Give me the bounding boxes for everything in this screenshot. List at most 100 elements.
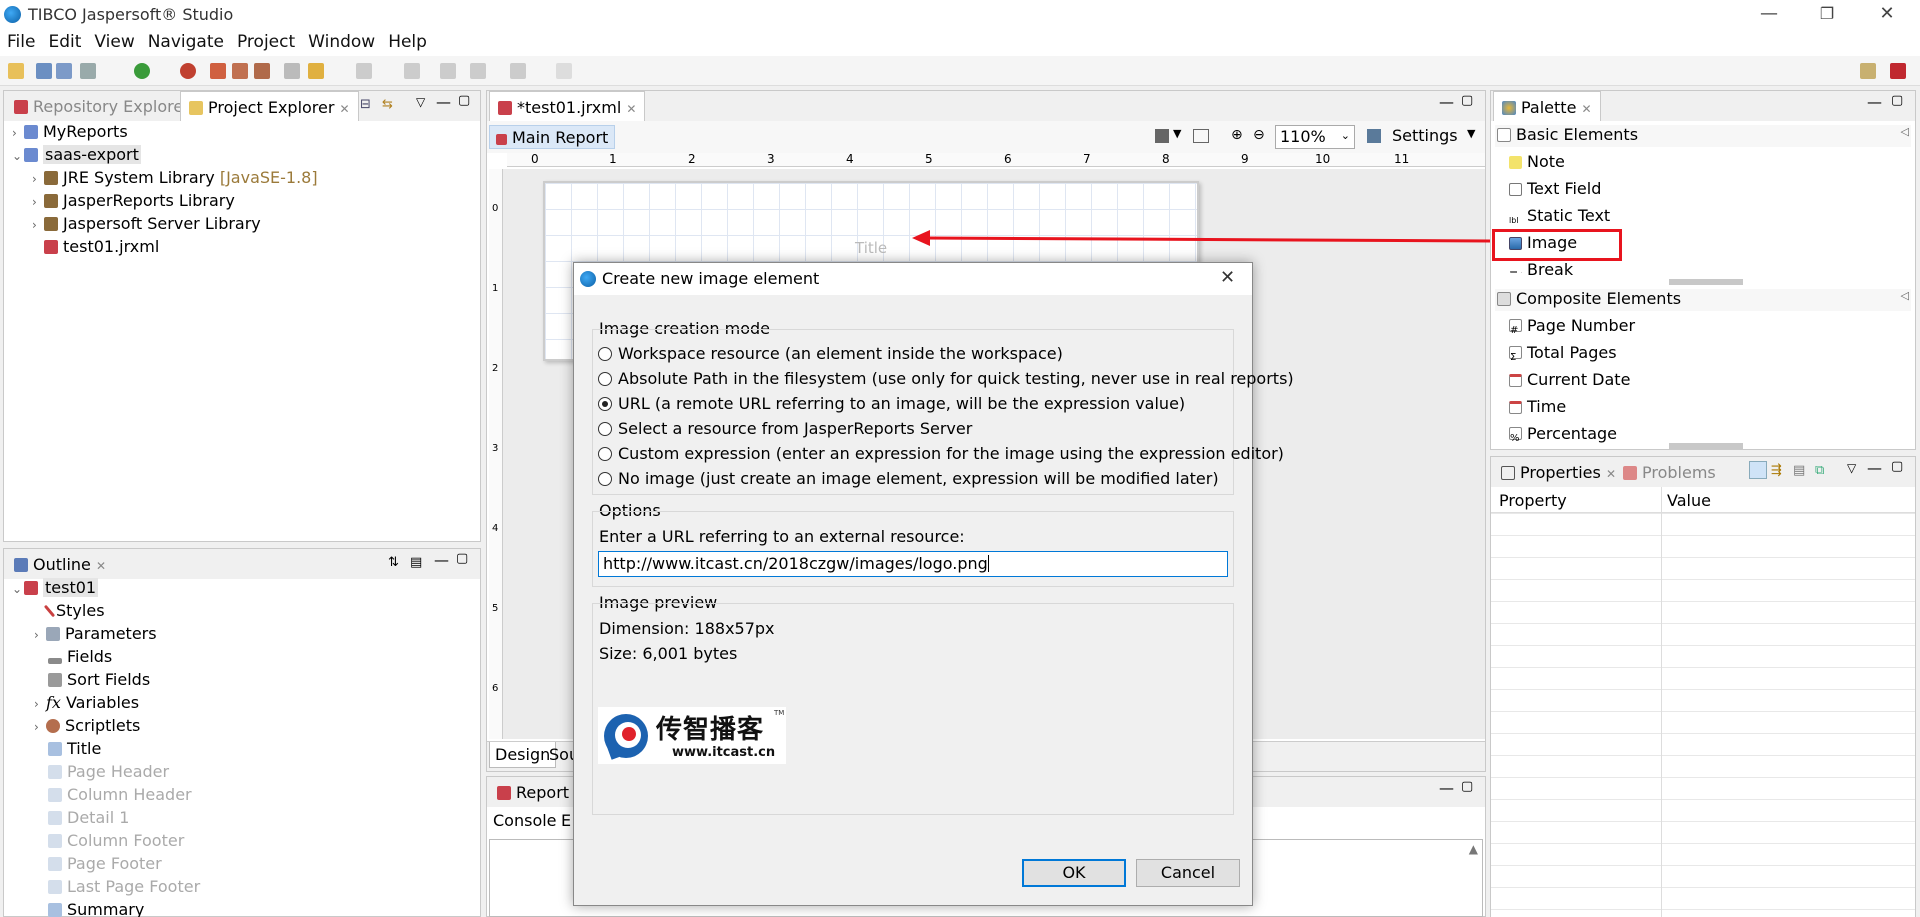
tab-main-report[interactable]: Main Report: [489, 125, 616, 149]
next-annotation-icon[interactable]: [404, 63, 420, 79]
minimize-outline-icon[interactable]: —: [434, 551, 449, 569]
outline-item-last-page-footer[interactable]: Last Page Footer: [48, 876, 200, 898]
collapse-drawer-icon[interactable]: ◁: [1901, 125, 1909, 138]
radio-button[interactable]: [598, 447, 612, 461]
tab-test01-jrxml[interactable]: *test01.jrxml ✕: [489, 91, 646, 121]
radio-button[interactable]: [598, 372, 612, 386]
preview-icon[interactable]: [284, 63, 300, 79]
pin-icon[interactable]: [556, 63, 572, 79]
preview-type-icon[interactable]: [1155, 129, 1169, 143]
back-icon[interactable]: [470, 63, 486, 79]
outline-item-page-header[interactable]: Page Header: [48, 761, 169, 783]
view-menu-icon[interactable]: ▽: [416, 95, 425, 109]
filter-icon[interactable]: ▤: [410, 555, 422, 570]
tab-errors[interactable]: E: [561, 811, 571, 830]
radio-button[interactable]: [598, 472, 612, 486]
drawer-scroll-indicator[interactable]: [1669, 443, 1743, 449]
tab-palette[interactable]: Palette ✕: [1493, 91, 1601, 121]
cancel-button[interactable]: Cancel: [1136, 859, 1240, 887]
palette-item-total-pages[interactable]: Σ Total Pages: [1509, 342, 1617, 364]
scroll-up-icon[interactable]: ▲: [1469, 842, 1478, 856]
forward-icon[interactable]: [510, 63, 526, 79]
menu-window[interactable]: Window: [301, 30, 381, 52]
palette-item-text-field[interactable]: Text Field: [1509, 178, 1601, 200]
tab-problems[interactable]: Problems: [1615, 457, 1724, 487]
report-icon[interactable]: [210, 63, 226, 79]
tree-item-jasperreports-library[interactable]: › JasperReports Library: [32, 190, 235, 212]
maximize-view-icon[interactable]: ▢: [458, 93, 470, 108]
url-input[interactable]: http://www.itcast.cn/2018czgw/images/log…: [598, 551, 1228, 577]
chevron-down-icon[interactable]: ▼: [1467, 127, 1475, 140]
minimize-editor-icon[interactable]: —: [1439, 93, 1454, 111]
outline-item-page-footer[interactable]: Page Footer: [48, 853, 162, 875]
tree-item-saas-export[interactable]: ⌄ saas-export: [12, 144, 141, 166]
pin-icon[interactable]: ⧉: [1815, 463, 1824, 478]
palette-item-break[interactable]: Break: [1509, 259, 1573, 281]
ok-button[interactable]: OK: [1022, 859, 1126, 887]
column-header-value[interactable]: Value: [1667, 491, 1711, 510]
menu-project[interactable]: Project: [230, 30, 301, 52]
menu-file[interactable]: File: [0, 30, 41, 52]
tab-console[interactable]: Console: [493, 811, 557, 830]
palette-item-time[interactable]: Time: [1509, 396, 1566, 418]
tree-item-server-library[interactable]: › Jaspersoft Server Library: [32, 213, 261, 235]
tree-item-test01-jrxml[interactable]: test01.jrxml: [44, 236, 159, 258]
menu-view[interactable]: View: [87, 30, 140, 52]
compile-icon[interactable]: [232, 63, 248, 79]
minimize-button[interactable]: —: [1740, 0, 1798, 30]
menu-help[interactable]: Help: [381, 30, 433, 52]
outline-item-variables[interactable]: › fx Variables: [34, 692, 139, 714]
outline-item-summary[interactable]: Summary: [48, 899, 144, 917]
maximize-properties-icon[interactable]: ▢: [1891, 459, 1903, 474]
outline-item-title[interactable]: Title: [48, 738, 101, 760]
outline-item-styles[interactable]: Styles: [43, 600, 105, 622]
tab-project-explorer[interactable]: Project Explorer ✕: [180, 91, 359, 121]
radio-url[interactable]: URL (a remote URL referring to an image,…: [598, 393, 1185, 415]
run-icon[interactable]: [134, 63, 150, 79]
palette-item-page-number[interactable]: # Page Number: [1509, 315, 1635, 337]
maximize-palette-icon[interactable]: ▢: [1891, 93, 1903, 108]
tab-outline[interactable]: Outline ✕: [6, 549, 115, 579]
palette-item-static-text[interactable]: lbl Static Text: [1509, 205, 1610, 227]
save-all-icon[interactable]: [56, 63, 72, 79]
new-icon[interactable]: [8, 63, 24, 79]
radio-button[interactable]: [598, 347, 612, 361]
close-window-button[interactable]: ✕: [1858, 0, 1916, 30]
maximize-editor-icon[interactable]: ▢: [1461, 93, 1473, 108]
minimize-console-icon[interactable]: —: [1439, 779, 1454, 797]
outline-item-fields[interactable]: Fields: [48, 646, 112, 668]
radio-custom-expression[interactable]: Custom expression (enter an expression f…: [598, 443, 1284, 465]
settings-button[interactable]: Settings: [1392, 126, 1458, 145]
annotation-icon[interactable]: [356, 63, 372, 79]
radio-jasperreports-server[interactable]: Select a resource from JasperReports Ser…: [598, 418, 972, 440]
minimize-properties-icon[interactable]: —: [1867, 459, 1882, 477]
settings-icon[interactable]: [1367, 129, 1381, 143]
radio-button-checked[interactable]: [598, 397, 612, 411]
palette-item-percentage[interactable]: % Percentage: [1509, 423, 1617, 445]
last-edit-icon[interactable]: [440, 63, 456, 79]
zoom-out-icon[interactable]: ⊖: [1253, 127, 1265, 143]
minimize-palette-icon[interactable]: —: [1867, 93, 1882, 111]
outline-item-scriptlets[interactable]: › Scriptlets: [34, 715, 140, 737]
minimize-view-icon[interactable]: —: [436, 93, 451, 111]
radio-no-image[interactable]: No image (just create an image element, …: [598, 468, 1219, 490]
maximize-console-icon[interactable]: ▢: [1461, 779, 1473, 794]
menu-edit[interactable]: Edit: [41, 30, 87, 52]
composite-elements-header[interactable]: Composite Elements ◁: [1495, 289, 1911, 311]
report-design-perspective-icon[interactable]: [1890, 63, 1906, 79]
open-perspective-icon[interactable]: [1860, 63, 1876, 79]
sort-icon[interactable]: ⇅: [388, 555, 399, 570]
radio-absolute-path[interactable]: Absolute Path in the filesystem (use onl…: [598, 368, 1294, 390]
tree-item-jre-library[interactable]: › JRE System Library [JavaSE-1.8]: [32, 167, 318, 189]
categories-icon[interactable]: [1749, 461, 1767, 479]
edit-report-icon[interactable]: [254, 63, 270, 79]
column-header-property[interactable]: Property: [1499, 491, 1567, 510]
outline-item-column-header[interactable]: Column Header: [48, 784, 192, 806]
collapse-all-icon[interactable]: ⊟: [360, 97, 371, 112]
basic-elements-header[interactable]: Basic Elements ◁: [1495, 125, 1911, 147]
maximize-outline-icon[interactable]: ▢: [456, 551, 468, 566]
tree-item-myreports[interactable]: › MyReports: [12, 121, 128, 143]
filter-icon[interactable]: ▤: [1793, 463, 1805, 478]
outline-item-parameters[interactable]: › Parameters: [34, 623, 157, 645]
menu-navigate[interactable]: Navigate: [141, 30, 230, 52]
